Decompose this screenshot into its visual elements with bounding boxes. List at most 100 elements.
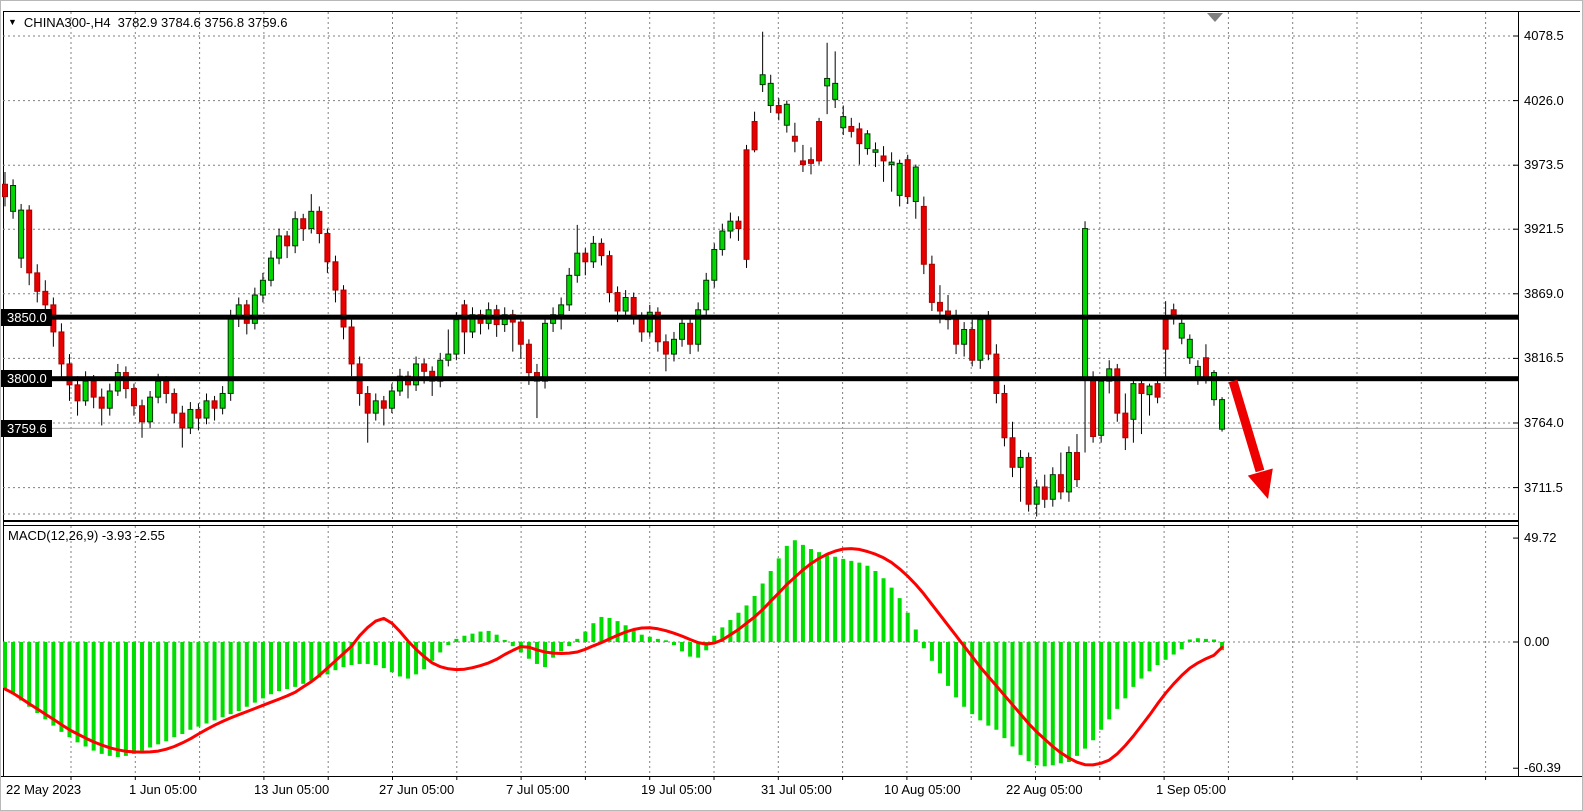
candle-body <box>1203 358 1208 379</box>
candle-body <box>962 329 967 344</box>
candle-body <box>99 397 104 408</box>
candle-body <box>1042 487 1047 499</box>
candle-body <box>446 354 451 360</box>
candle-body <box>188 409 193 427</box>
pane-splitter[interactable] <box>3 520 1518 522</box>
candle-body <box>809 160 814 164</box>
candle-body <box>1187 339 1192 357</box>
candle-body <box>59 332 64 364</box>
candle-body <box>422 364 427 371</box>
trading-chart-window: ▼ CHINA300-,H4 3782.9 3784.6 3756.8 3759… <box>0 0 1583 811</box>
support-resistance-line[interactable] <box>3 315 1518 320</box>
candle-body <box>1034 487 1039 504</box>
candle-body <box>800 161 805 165</box>
candle-body <box>986 320 991 354</box>
candle-body <box>825 78 830 85</box>
trend-arrow-head[interactable] <box>1248 469 1273 499</box>
candle-body <box>937 302 942 311</box>
candle-body <box>599 243 604 255</box>
candle-body <box>559 305 564 315</box>
candle-body <box>680 323 685 339</box>
candle-body <box>3 184 8 196</box>
candle-body <box>776 106 781 113</box>
candle-body <box>349 327 354 364</box>
support-resistance-line[interactable] <box>3 376 1518 381</box>
candle-body <box>1163 320 1168 350</box>
bar-position-marker-icon[interactable] <box>1207 13 1223 22</box>
candle-body <box>301 219 306 229</box>
candle-body <box>913 167 918 201</box>
candle-body <box>607 256 612 293</box>
candle-body <box>631 297 636 317</box>
candle-body <box>736 221 741 228</box>
candle-body <box>849 126 854 131</box>
candle-body <box>615 293 620 311</box>
candle-body <box>228 317 233 393</box>
candle-body <box>67 364 72 385</box>
candle-body <box>365 393 370 413</box>
candle-body <box>1131 384 1136 420</box>
candle-body <box>889 162 894 164</box>
candle-body <box>1115 369 1120 413</box>
candle-body <box>1050 475 1055 500</box>
candle-body <box>91 381 96 397</box>
trend-arrow-shaft[interactable] <box>1233 381 1260 471</box>
candle-body <box>575 253 580 275</box>
candle-body <box>268 258 273 280</box>
symbol-dropdown-icon[interactable]: ▼ <box>8 16 17 29</box>
candle-body <box>663 342 668 354</box>
candle-body <box>164 381 169 393</box>
candle-body <box>317 211 322 233</box>
candle-body <box>905 160 910 197</box>
candle-body <box>148 397 153 422</box>
candle-body <box>285 236 290 246</box>
candle-body <box>454 320 459 354</box>
candle-body <box>567 275 572 305</box>
candle-body <box>260 280 265 295</box>
candle-body <box>244 305 249 323</box>
candle-body <box>1091 380 1096 437</box>
candle-body <box>978 320 983 361</box>
candle-body <box>180 413 185 428</box>
chart-canvas[interactable] <box>1 1 1583 811</box>
candle-body <box>325 233 330 261</box>
time-axis-border[interactable] <box>1 776 1583 777</box>
candle-body <box>196 409 201 418</box>
candle-body <box>744 150 749 260</box>
candle-body <box>11 186 16 212</box>
candle-body <box>873 150 878 152</box>
candle-body <box>760 75 765 85</box>
candle-body <box>1058 475 1063 492</box>
candle-body <box>671 339 676 354</box>
symbol-timeframe-label: CHINA300-,H4 <box>24 15 111 30</box>
candle-body <box>881 156 886 161</box>
candle-body <box>970 329 975 360</box>
candle-body <box>293 219 298 246</box>
candle-body <box>341 290 346 327</box>
candle-body <box>865 134 870 149</box>
candle-body <box>1018 457 1023 467</box>
candle-body <box>784 104 789 125</box>
candle-body <box>27 210 32 273</box>
candle-body <box>817 122 822 161</box>
candle-body <box>277 236 282 258</box>
chart-top-border <box>3 11 1580 12</box>
chart-title: ▼ CHINA300-,H4 3782.9 3784.6 3756.8 3759… <box>8 15 288 30</box>
candle-body <box>140 406 145 422</box>
candle-body <box>921 206 926 264</box>
candle-body <box>543 323 548 381</box>
candle-body <box>1155 384 1160 398</box>
candle-body <box>526 344 531 372</box>
candle-body <box>792 136 797 141</box>
candle-body <box>43 291 48 305</box>
candle-body <box>35 273 40 291</box>
price-axis-border[interactable] <box>1518 11 1519 776</box>
candle-body <box>389 391 394 408</box>
candle-body <box>518 322 523 344</box>
candle-body <box>728 221 733 231</box>
candle-body <box>1074 453 1079 480</box>
candle-body <box>768 83 773 105</box>
macd-signal-line <box>5 549 1222 765</box>
candle-body <box>220 393 225 408</box>
candle-body <box>833 83 838 99</box>
